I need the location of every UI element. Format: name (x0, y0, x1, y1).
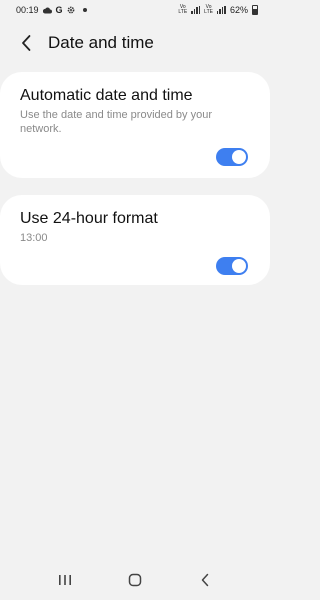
app-bar: Date and time (0, 28, 270, 58)
status-right: Vo LTE Vo LTE 62% (178, 5, 258, 15)
back-button[interactable] (8, 28, 44, 58)
settings-gear-icon (67, 6, 75, 14)
page-title: Date and time (48, 33, 154, 52)
google-icon: G (55, 4, 63, 15)
status-time: 00:19 (16, 5, 39, 15)
chevron-left-icon (22, 35, 31, 51)
automatic-date-time-card[interactable]: Automatic date and time Use the date and… (0, 72, 270, 178)
recents-button[interactable] (45, 565, 85, 595)
use-24-hour-format-toggle[interactable] (216, 257, 248, 275)
nav-back-button[interactable] (185, 565, 225, 595)
automatic-date-time-subtitle: Use the date and time provided by your n… (20, 109, 213, 135)
status-bar: 00:19 G Vo LTE Vo LTE 62% (0, 0, 270, 20)
volte-icon: Vo LTE (178, 4, 188, 15)
signal-icon-2 (216, 6, 226, 14)
recents-icon (59, 575, 71, 585)
home-button[interactable] (115, 565, 155, 595)
home-icon (128, 573, 142, 587)
toggle-knob (232, 150, 246, 164)
battery-icon (252, 5, 258, 15)
battery-percent: 62% (229, 5, 248, 15)
status-left: 00:19 G (16, 5, 87, 15)
use-24-hour-format-title: Use 24-hour format (20, 210, 158, 227)
automatic-date-time-toggle[interactable] (216, 148, 248, 166)
use-24-hour-format-card[interactable]: Use 24-hour format 13:00 (0, 195, 270, 285)
automatic-date-time-title: Automatic date and time (20, 87, 193, 104)
toggle-knob (232, 259, 246, 273)
screen: 00:19 G Vo LTE Vo LTE 62% Date and time … (0, 0, 270, 600)
dot-icon (82, 8, 87, 12)
wifi-calling-icon: Vo LTE (204, 4, 213, 15)
navigation-bar (0, 560, 270, 600)
cloud-icon (42, 7, 52, 14)
signal-icon (191, 6, 201, 14)
back-arrow-icon (201, 573, 209, 587)
use-24-hour-format-subtitle: 13:00 (20, 232, 48, 244)
